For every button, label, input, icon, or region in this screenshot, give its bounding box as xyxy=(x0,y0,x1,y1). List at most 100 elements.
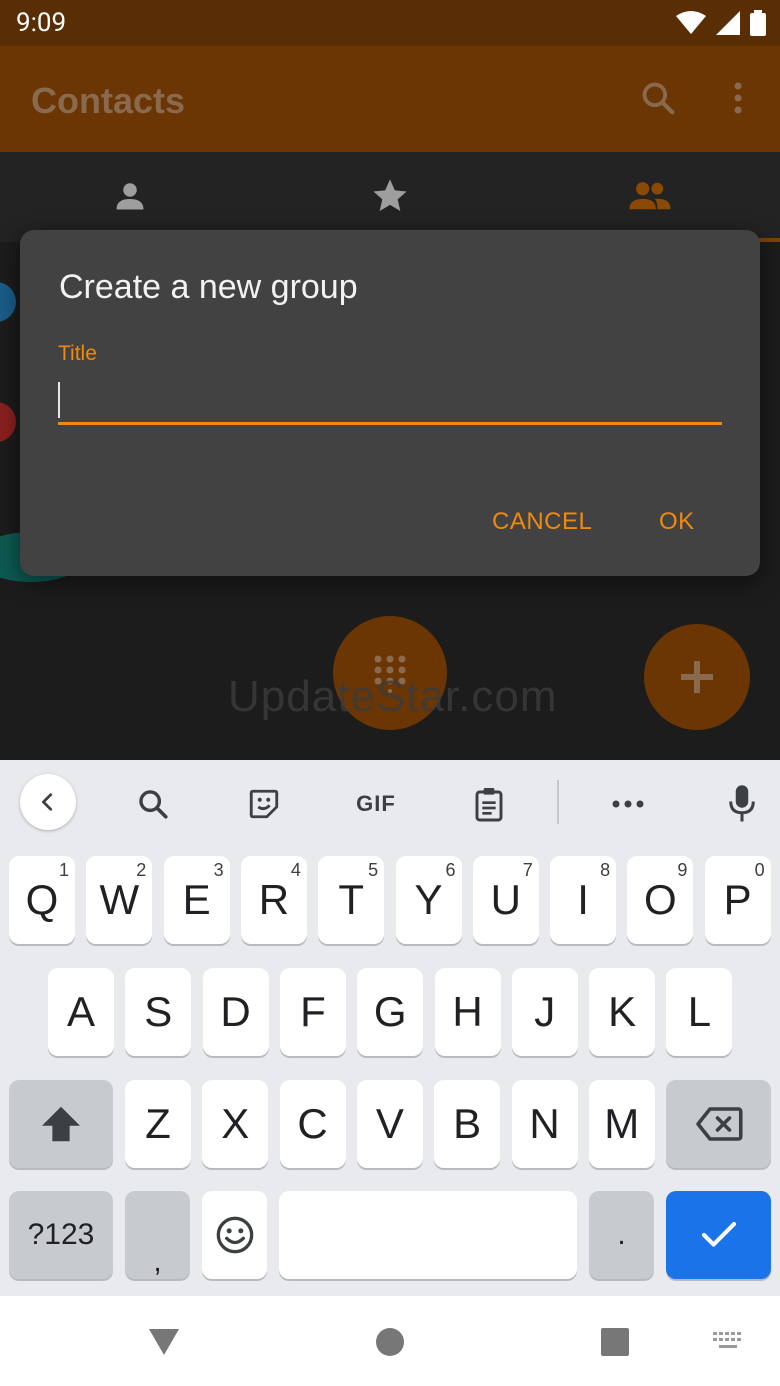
avatar xyxy=(0,282,16,322)
backspace-key[interactable] xyxy=(666,1080,771,1168)
overflow-menu-button[interactable] xyxy=(714,74,762,122)
check-icon xyxy=(701,1222,736,1247)
key-z[interactable]: Z xyxy=(125,1080,191,1168)
sticker-button[interactable] xyxy=(238,778,290,830)
key-e[interactable]: E3 xyxy=(163,856,230,944)
recents-square-icon xyxy=(601,1328,629,1356)
sticker-icon xyxy=(249,789,279,819)
tab-favorites[interactable] xyxy=(260,152,520,240)
key-m[interactable]: M xyxy=(588,1080,655,1168)
keyboard-switch-button[interactable] xyxy=(710,1324,746,1360)
voice-input-button[interactable] xyxy=(716,778,768,830)
app-title: Contacts xyxy=(31,80,186,121)
key-x[interactable]: X xyxy=(202,1080,269,1168)
mic-icon xyxy=(729,785,755,822)
back-chevron-icon xyxy=(42,793,53,811)
search-icon xyxy=(139,790,168,819)
key-w[interactable]: W2 xyxy=(86,856,153,944)
period-key[interactable]: . xyxy=(589,1191,654,1279)
home-button[interactable] xyxy=(372,1324,408,1360)
key-hint: 2 xyxy=(136,860,147,880)
key-label: T xyxy=(338,876,365,923)
key-s[interactable]: S xyxy=(125,968,192,1056)
key-y[interactable]: Y6 xyxy=(395,856,462,944)
gif-icon: GIF xyxy=(356,791,396,816)
key-label: P xyxy=(723,876,752,923)
add-group-button[interactable] xyxy=(644,624,750,730)
space-key[interactable] xyxy=(279,1191,577,1279)
tab-contacts[interactable] xyxy=(0,152,260,240)
recents-button[interactable] xyxy=(597,1324,633,1360)
emoji-icon xyxy=(216,1216,253,1254)
key-k[interactable]: K xyxy=(589,968,656,1056)
key-l[interactable]: L xyxy=(666,968,733,1056)
key-g[interactable]: G xyxy=(357,968,424,1056)
comma-key[interactable]: , xyxy=(125,1191,190,1279)
key-label: R xyxy=(258,876,290,923)
status-icons xyxy=(676,10,766,36)
key-c[interactable]: C xyxy=(279,1080,346,1168)
ok-button[interactable]: OK xyxy=(659,508,695,536)
cancel-button[interactable]: CANCEL xyxy=(492,508,592,536)
gif-button[interactable]: GIF xyxy=(346,778,406,830)
key-hint: 1 xyxy=(58,860,69,880)
toolbar-divider xyxy=(557,780,559,824)
emoji-key[interactable] xyxy=(202,1191,267,1279)
key-hint: 7 xyxy=(522,860,533,880)
more-options-button[interactable] xyxy=(602,778,654,830)
watermark: UpdateStar.com xyxy=(228,672,558,721)
app-bar: Contacts xyxy=(0,46,780,152)
shift-key[interactable] xyxy=(9,1080,113,1168)
wifi-icon xyxy=(676,11,706,34)
avatar xyxy=(0,402,16,442)
battery-icon xyxy=(750,10,766,36)
title-field-label: Title xyxy=(58,342,97,365)
key-q[interactable]: Q1 xyxy=(9,856,75,944)
key-label: Q xyxy=(25,876,59,923)
keyboard-back-button[interactable] xyxy=(20,774,76,830)
key-hint: 3 xyxy=(213,860,224,880)
enter-key[interactable] xyxy=(666,1191,771,1279)
search-icon xyxy=(642,82,675,115)
key-f[interactable]: F xyxy=(279,968,346,1056)
key-r[interactable]: R4 xyxy=(240,856,307,944)
key-b[interactable]: B xyxy=(434,1080,501,1168)
keyboard-search-button[interactable] xyxy=(127,778,179,830)
key-label: I xyxy=(577,876,589,923)
key-label: Y xyxy=(414,876,443,923)
key-i[interactable]: I8 xyxy=(550,856,617,944)
key-h[interactable]: H xyxy=(434,968,501,1056)
key-label: W xyxy=(99,876,140,923)
back-button[interactable] xyxy=(146,1324,182,1360)
group-icon xyxy=(629,182,671,210)
key-t[interactable]: T5 xyxy=(318,856,385,944)
key-hint: 9 xyxy=(677,860,688,880)
key-n[interactable]: N xyxy=(511,1080,578,1168)
clipboard-button[interactable] xyxy=(463,778,515,830)
system-navigation-bar xyxy=(0,1296,780,1386)
keyboard-icon xyxy=(713,1332,741,1348)
tab-bar xyxy=(0,152,780,242)
keyboard-toolbar: GIF xyxy=(0,760,780,844)
status-time: 9:09 xyxy=(16,8,67,38)
group-title-input[interactable] xyxy=(58,378,722,425)
key-j[interactable]: J xyxy=(511,968,578,1056)
key-hint: 6 xyxy=(445,860,456,880)
key-hint: 5 xyxy=(368,860,379,880)
key-d[interactable]: D xyxy=(202,968,269,1056)
key-o[interactable]: O9 xyxy=(627,856,694,944)
person-icon xyxy=(116,183,144,210)
tab-groups[interactable] xyxy=(520,152,780,240)
key-a[interactable]: A xyxy=(48,968,114,1056)
symbols-key[interactable]: ?123 xyxy=(9,1191,113,1279)
shift-icon xyxy=(42,1106,80,1142)
key-hint: 8 xyxy=(600,860,611,880)
key-v[interactable]: V xyxy=(356,1080,423,1168)
key-label: U xyxy=(490,876,521,923)
key-u[interactable]: U7 xyxy=(472,856,539,944)
create-group-dialog: Create a new group Title CANCEL OK xyxy=(20,230,760,576)
plus-icon xyxy=(681,661,713,693)
key-label: E xyxy=(182,876,211,923)
key-p[interactable]: P0 xyxy=(704,856,771,944)
search-button[interactable] xyxy=(634,74,682,122)
